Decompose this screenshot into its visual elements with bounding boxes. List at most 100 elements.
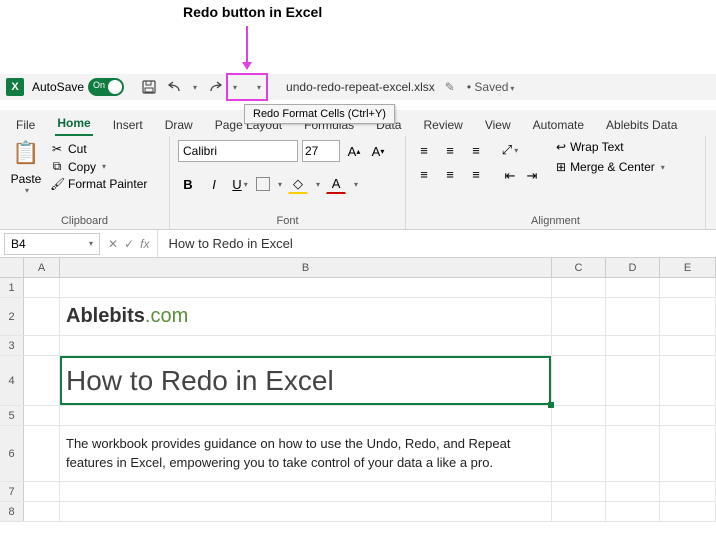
align-right-button[interactable]: ≡ bbox=[466, 164, 486, 184]
border-button[interactable] bbox=[256, 177, 270, 191]
tab-view[interactable]: View bbox=[483, 114, 513, 136]
cell-a8[interactable] bbox=[24, 502, 60, 521]
col-header-c[interactable]: C bbox=[552, 258, 606, 277]
col-header-d[interactable]: D bbox=[606, 258, 660, 277]
cell-a5[interactable] bbox=[24, 406, 60, 425]
wrap-text-button[interactable]: ↩ Wrap Text bbox=[556, 140, 665, 154]
fill-handle[interactable] bbox=[548, 402, 554, 408]
row-header-3[interactable]: 3 bbox=[0, 336, 24, 355]
align-left-button[interactable]: ≡ bbox=[414, 164, 434, 184]
merge-center-button[interactable]: ⊞ Merge & Center ▾ bbox=[556, 160, 665, 174]
font-name-select[interactable] bbox=[178, 140, 298, 162]
enter-icon[interactable]: ✓ bbox=[124, 237, 134, 251]
decrease-indent-button[interactable]: ⇤ bbox=[500, 166, 520, 186]
font-color-button[interactable]: A bbox=[326, 174, 346, 194]
cell-a3[interactable] bbox=[24, 336, 60, 355]
tab-automate[interactable]: Automate bbox=[531, 114, 586, 136]
cell-b6[interactable]: The workbook provides guidance on how to… bbox=[60, 426, 552, 481]
tab-ablebits-data[interactable]: Ablebits Data bbox=[604, 114, 679, 136]
format-painter-button[interactable]: 🖌Format Painter bbox=[50, 177, 147, 191]
cell-c3[interactable] bbox=[552, 336, 606, 355]
cell-d8[interactable] bbox=[606, 502, 660, 521]
col-header-e[interactable]: E bbox=[660, 258, 716, 277]
cell-c8[interactable] bbox=[552, 502, 606, 521]
row-header-8[interactable]: 8 bbox=[0, 502, 24, 521]
undo-button[interactable] bbox=[164, 76, 186, 98]
autosave-toggle[interactable]: On bbox=[88, 78, 124, 96]
cell-d6[interactable] bbox=[606, 426, 660, 481]
cell-a4[interactable] bbox=[24, 356, 60, 405]
cell-b3[interactable] bbox=[60, 336, 552, 355]
align-top-button[interactable]: ≡ bbox=[414, 140, 434, 160]
cell-d2[interactable] bbox=[606, 298, 660, 335]
cell-a6[interactable] bbox=[24, 426, 60, 481]
cell-e3[interactable] bbox=[660, 336, 716, 355]
row-header-1[interactable]: 1 bbox=[0, 278, 24, 297]
redo-dropdown[interactable]: ▾ bbox=[230, 83, 240, 92]
paste-button[interactable]: 📋 Paste ▾ bbox=[8, 140, 44, 195]
cell-b8[interactable] bbox=[60, 502, 552, 521]
decrease-font-button[interactable]: A▾ bbox=[368, 141, 388, 161]
redo-button[interactable] bbox=[204, 76, 226, 98]
tab-draw[interactable]: Draw bbox=[163, 114, 195, 136]
cell-b4[interactable]: How to Redo in Excel bbox=[60, 356, 552, 405]
align-center-button[interactable]: ≡ bbox=[440, 164, 460, 184]
align-middle-button[interactable]: ≡ bbox=[440, 140, 460, 160]
cell-d1[interactable] bbox=[606, 278, 660, 297]
cell-c4[interactable] bbox=[552, 356, 606, 405]
row-header-7[interactable]: 7 bbox=[0, 482, 24, 501]
cell-b5[interactable] bbox=[60, 406, 552, 425]
tab-review[interactable]: Review bbox=[421, 114, 464, 136]
cell-e4[interactable] bbox=[660, 356, 716, 405]
select-all-corner[interactable] bbox=[0, 258, 24, 277]
cell-e8[interactable] bbox=[660, 502, 716, 521]
fx-icon[interactable]: fx bbox=[140, 237, 149, 251]
cell-a2[interactable] bbox=[24, 298, 60, 335]
cell-c7[interactable] bbox=[552, 482, 606, 501]
row-header-2[interactable]: 2 bbox=[0, 298, 24, 335]
cell-e6[interactable] bbox=[660, 426, 716, 481]
filename[interactable]: undo-redo-repeat-excel.xlsx bbox=[286, 80, 435, 94]
align-bottom-button[interactable]: ≡ bbox=[466, 140, 486, 160]
cell-a1[interactable] bbox=[24, 278, 60, 297]
tab-file[interactable]: File bbox=[14, 114, 37, 136]
tab-insert[interactable]: Insert bbox=[111, 114, 145, 136]
bold-button[interactable]: B bbox=[178, 174, 198, 194]
cell-d5[interactable] bbox=[606, 406, 660, 425]
copy-button[interactable]: ⧉Copy ▾ bbox=[50, 159, 147, 174]
underline-button[interactable]: U▾ bbox=[230, 174, 250, 194]
undo-dropdown[interactable]: ▾ bbox=[190, 83, 200, 92]
italic-button[interactable]: I bbox=[204, 174, 224, 194]
cell-b7[interactable] bbox=[60, 482, 552, 501]
cell-d4[interactable] bbox=[606, 356, 660, 405]
cell-e7[interactable] bbox=[660, 482, 716, 501]
increase-indent-button[interactable]: ⇥ bbox=[522, 166, 542, 186]
tab-home[interactable]: Home bbox=[55, 112, 92, 136]
fill-color-button[interactable]: ◇ bbox=[288, 174, 308, 194]
cell-e2[interactable] bbox=[660, 298, 716, 335]
cell-d3[interactable] bbox=[606, 336, 660, 355]
saved-indicator[interactable]: • Saved▾ bbox=[467, 80, 515, 94]
formula-input[interactable]: How to Redo in Excel bbox=[158, 236, 716, 251]
font-size-select[interactable] bbox=[302, 140, 340, 162]
increase-font-button[interactable]: A▴ bbox=[344, 141, 364, 161]
cell-e1[interactable] bbox=[660, 278, 716, 297]
cell-a7[interactable] bbox=[24, 482, 60, 501]
cell-d7[interactable] bbox=[606, 482, 660, 501]
cancel-icon[interactable]: ✕ bbox=[108, 237, 118, 251]
col-header-b[interactable]: B bbox=[60, 258, 552, 277]
orientation-button[interactable]: ⤢▾ bbox=[500, 140, 520, 160]
row-header-6[interactable]: 6 bbox=[0, 426, 24, 481]
qat-customize-dropdown[interactable]: ▾ bbox=[254, 83, 264, 92]
cut-button[interactable]: ✂Cut bbox=[50, 142, 147, 156]
name-box[interactable]: B4▾ bbox=[4, 233, 100, 255]
row-header-5[interactable]: 5 bbox=[0, 406, 24, 425]
cell-c6[interactable] bbox=[552, 426, 606, 481]
cell-c5[interactable] bbox=[552, 406, 606, 425]
cell-b2[interactable]: Ablebits.com bbox=[60, 298, 552, 335]
cell-c2[interactable] bbox=[552, 298, 606, 335]
cell-e5[interactable] bbox=[660, 406, 716, 425]
save-button[interactable] bbox=[138, 76, 160, 98]
cell-b1[interactable] bbox=[60, 278, 552, 297]
col-header-a[interactable]: A bbox=[24, 258, 60, 277]
